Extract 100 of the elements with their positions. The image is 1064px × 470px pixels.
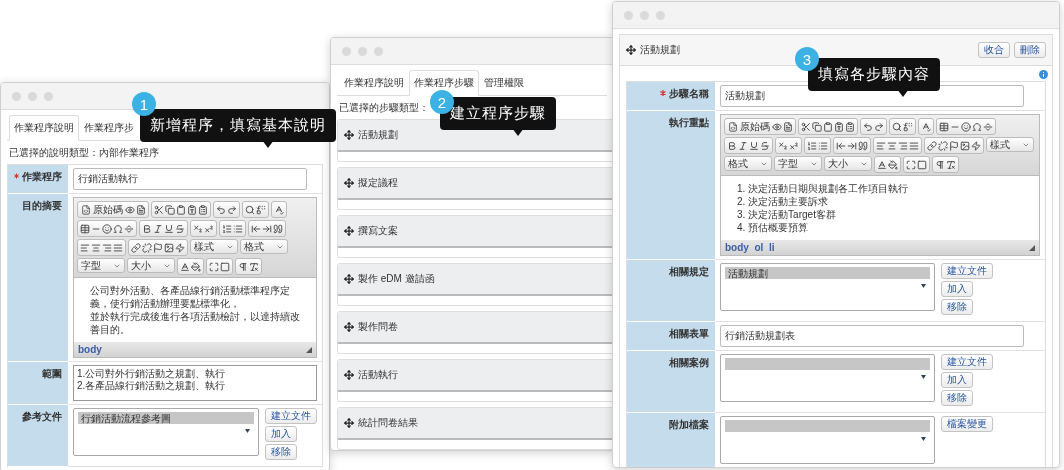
tab[interactable]: 作業程序說明 (9, 115, 79, 141)
paragraph-icon[interactable] (238, 261, 248, 272)
rich-text-editor[interactable]: 原始碼 樣式 格式 字型 大小 1. 決定活動日期與規劃各工作項目執行 2. 決定活動主要訴求 3. 決定活動Target客群 4. 預估概要預算 body ol li (720, 114, 1040, 256)
move-icon[interactable] (344, 322, 354, 332)
align-justify-icon[interactable] (113, 242, 123, 253)
list-action-button[interactable]: 加入 (941, 281, 973, 297)
bold-icon[interactable] (142, 223, 152, 234)
step-card[interactable]: 活動執行 (337, 359, 613, 402)
copy-icon[interactable] (165, 204, 175, 215)
paste-word-icon[interactable] (845, 121, 855, 132)
cut-icon[interactable] (801, 121, 811, 132)
maximize-icon[interactable] (906, 159, 916, 170)
underline-icon[interactable] (749, 140, 759, 151)
outdent-icon[interactable] (251, 223, 261, 234)
align-right-icon[interactable] (898, 140, 908, 151)
align-left-icon[interactable] (876, 140, 886, 151)
list-action-button[interactable]: 移除 (265, 444, 297, 460)
superscript-icon[interactable] (204, 223, 214, 234)
window-control-dot[interactable] (624, 10, 633, 20)
list-action-button[interactable]: 加入 (941, 372, 973, 388)
align-center-icon[interactable] (887, 140, 897, 151)
preview-icon[interactable] (772, 121, 782, 132)
indent-icon[interactable] (262, 223, 272, 234)
move-icon[interactable] (344, 178, 354, 188)
paste-word-icon[interactable] (198, 204, 208, 215)
omega-icon[interactable] (113, 223, 123, 234)
smiley-icon[interactable] (961, 121, 971, 132)
header-button[interactable]: 刪除 (1014, 42, 1046, 58)
move-icon[interactable] (344, 226, 354, 236)
paste-icon[interactable] (823, 121, 833, 132)
redo-icon[interactable] (874, 121, 884, 132)
paste-text-icon[interactable] (834, 121, 844, 132)
window-control-dot[interactable] (374, 46, 383, 56)
undo-icon[interactable] (216, 204, 226, 215)
subscript-icon[interactable] (778, 140, 788, 151)
move-icon[interactable] (626, 45, 636, 55)
maximize-icon[interactable] (209, 261, 219, 272)
bulleted-list-icon[interactable] (818, 140, 828, 151)
align-right-icon[interactable] (102, 242, 112, 253)
step-card[interactable]: 製作問卷 (337, 311, 613, 354)
bold-icon[interactable] (727, 140, 737, 151)
window-control-dot[interactable] (342, 46, 351, 56)
header-button[interactable]: 收合 (978, 42, 1010, 58)
search-icon[interactable] (245, 204, 255, 215)
superscript-icon[interactable] (789, 140, 799, 151)
quote-icon[interactable] (858, 140, 868, 151)
cut-icon[interactable] (154, 204, 164, 215)
format-dropdown[interactable]: 樣式 (986, 137, 1034, 152)
list-item[interactable]: 活動規劃 (725, 267, 930, 279)
align-justify-icon[interactable] (909, 140, 919, 151)
page-break-icon[interactable] (983, 121, 993, 132)
move-icon[interactable] (344, 418, 354, 428)
bulleted-list-icon[interactable] (233, 223, 243, 234)
unlink-icon[interactable] (938, 140, 948, 151)
page-break-icon[interactable] (124, 223, 134, 234)
window-control-dot[interactable] (28, 91, 37, 101)
step-card[interactable]: 撰寫文案 (337, 215, 613, 258)
flash-icon[interactable] (971, 140, 981, 151)
window-control-dot[interactable] (44, 91, 53, 101)
format-dropdown[interactable]: 格式 (724, 156, 772, 171)
table-icon[interactable] (939, 121, 949, 132)
text-color-icon[interactable] (877, 159, 887, 170)
window-control-dot[interactable] (640, 10, 649, 20)
source-button[interactable]: 原始碼 (727, 119, 771, 134)
flash-icon[interactable] (175, 242, 185, 253)
numbered-list-icon[interactable] (222, 223, 232, 234)
move-icon[interactable] (344, 274, 354, 284)
copy-icon[interactable] (812, 121, 822, 132)
link-icon[interactable] (927, 140, 937, 151)
italic-icon[interactable] (738, 140, 748, 151)
list-item[interactable]: 行銷活動流程參考圖 (78, 412, 254, 424)
resize-grip-icon[interactable] (1029, 244, 1035, 251)
image-icon[interactable] (960, 140, 970, 151)
remove-format-icon[interactable] (249, 261, 259, 272)
format-dropdown[interactable]: 字型 (77, 258, 125, 273)
show-blocks-icon[interactable] (917, 159, 927, 170)
subscript-icon[interactable] (193, 223, 203, 234)
step-card[interactable]: 統計問卷結果 (337, 407, 613, 450)
align-center-icon[interactable] (91, 242, 101, 253)
format-dropdown[interactable]: 格式 (240, 239, 288, 254)
window-control-dot[interactable] (358, 46, 367, 56)
undo-icon[interactable] (863, 121, 873, 132)
list-action-button[interactable]: 移除 (941, 390, 973, 406)
resize-grip-icon[interactable] (306, 346, 312, 353)
rich-text-editor[interactable]: 原始碼 樣式 格式 字型 大小 公司對外活動、各產品線行銷活動標準程序定義，使行銷活動辦理要點標準化， 並於執行完成後進行各項活動檢討，以達持續改善目的。 body (73, 197, 317, 358)
window-control-dot[interactable] (656, 10, 665, 20)
window-control-dot[interactable] (12, 91, 21, 101)
underline-icon[interactable] (164, 223, 174, 234)
align-left-icon[interactable] (80, 242, 90, 253)
template-icon[interactable] (783, 121, 793, 132)
format-dropdown[interactable]: 大小 (824, 156, 872, 171)
move-icon[interactable] (344, 370, 354, 380)
format-dropdown[interactable]: 字型 (774, 156, 822, 171)
numbered-list-icon[interactable] (807, 140, 817, 151)
smiley-icon[interactable] (102, 223, 112, 234)
flag-icon[interactable] (949, 140, 959, 151)
template-icon[interactable] (136, 204, 146, 215)
background-color-icon[interactable] (888, 159, 898, 170)
omega-icon[interactable] (972, 121, 982, 132)
list-box[interactable]: 行銷活動流程參考圖 (73, 408, 259, 456)
